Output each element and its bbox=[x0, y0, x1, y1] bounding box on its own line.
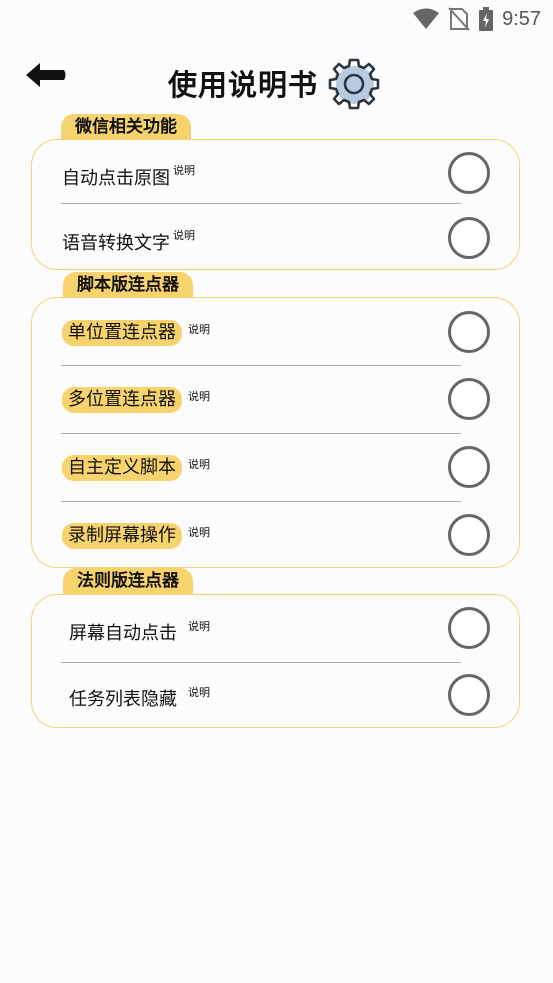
gear-icon bbox=[328, 58, 380, 110]
list-item[interactable]: 语音转换文字 说明 bbox=[32, 205, 519, 270]
section-card-wechat: 自动点击原图 说明 语音转换文字 说明 bbox=[31, 139, 520, 270]
item-label: 语音转换文字 bbox=[62, 233, 170, 254]
item-label: 任务列表隐藏 bbox=[69, 689, 177, 710]
status-time: 9:57 bbox=[502, 7, 541, 30]
item-label: 自主定义脚本 bbox=[62, 455, 182, 481]
note-link[interactable]: 说明 bbox=[188, 524, 210, 540]
section-title-rule-clicker: 法则版连点器 bbox=[63, 568, 193, 594]
item-label: 多位置连点器 bbox=[62, 387, 182, 413]
radio-button[interactable] bbox=[448, 311, 490, 353]
list-item[interactable]: 单位置连点器 说明 bbox=[32, 298, 519, 365]
back-arrow-icon[interactable] bbox=[24, 58, 68, 92]
section-card-script-clicker: 单位置连点器 说明 多位置连点器 说明 自主定义脚本 说明 录制屏幕操作 说明 bbox=[31, 297, 520, 568]
list-item[interactable]: 自主定义脚本 说明 bbox=[32, 434, 519, 501]
list-item[interactable]: 录制屏幕操作 说明 bbox=[32, 502, 519, 569]
note-link[interactable]: 说明 bbox=[188, 388, 210, 404]
divider bbox=[61, 203, 461, 204]
item-label: 单位置连点器 bbox=[62, 320, 182, 346]
list-item[interactable]: 任务列表隐藏 说明 bbox=[32, 663, 519, 729]
no-sim-icon bbox=[448, 7, 470, 31]
note-link[interactable]: 说明 bbox=[188, 684, 210, 700]
list-item[interactable]: 屏幕自动点击 说明 bbox=[32, 595, 519, 662]
page-title: 使用说明书 bbox=[168, 68, 319, 102]
note-link[interactable]: 说明 bbox=[173, 162, 195, 178]
wifi-icon bbox=[413, 8, 440, 29]
radio-button[interactable] bbox=[448, 378, 490, 420]
radio-button[interactable] bbox=[448, 152, 490, 194]
note-link[interactable]: 说明 bbox=[188, 456, 210, 472]
radio-button[interactable] bbox=[448, 514, 490, 556]
radio-button[interactable] bbox=[448, 607, 490, 649]
list-item[interactable]: 自动点击原图 说明 bbox=[32, 140, 519, 205]
battery-charging-icon bbox=[479, 7, 494, 31]
section-card-rule-clicker: 屏幕自动点击 说明 任务列表隐藏 说明 bbox=[31, 594, 520, 728]
note-link[interactable]: 说明 bbox=[173, 227, 195, 243]
item-label: 屏幕自动点击 bbox=[69, 623, 177, 644]
section-title-script-clicker: 脚本版连点器 bbox=[63, 272, 193, 298]
radio-button[interactable] bbox=[448, 446, 490, 488]
radio-button[interactable] bbox=[448, 217, 490, 259]
item-label: 录制屏幕操作 bbox=[62, 523, 182, 549]
note-link[interactable]: 说明 bbox=[188, 321, 210, 337]
note-link[interactable]: 说明 bbox=[188, 618, 210, 634]
section-title-wechat: 微信相关功能 bbox=[61, 114, 191, 140]
radio-button[interactable] bbox=[448, 674, 490, 716]
status-bar: 9:57 bbox=[0, 0, 553, 40]
list-item[interactable]: 多位置连点器 说明 bbox=[32, 366, 519, 433]
item-label: 自动点击原图 bbox=[62, 168, 170, 189]
